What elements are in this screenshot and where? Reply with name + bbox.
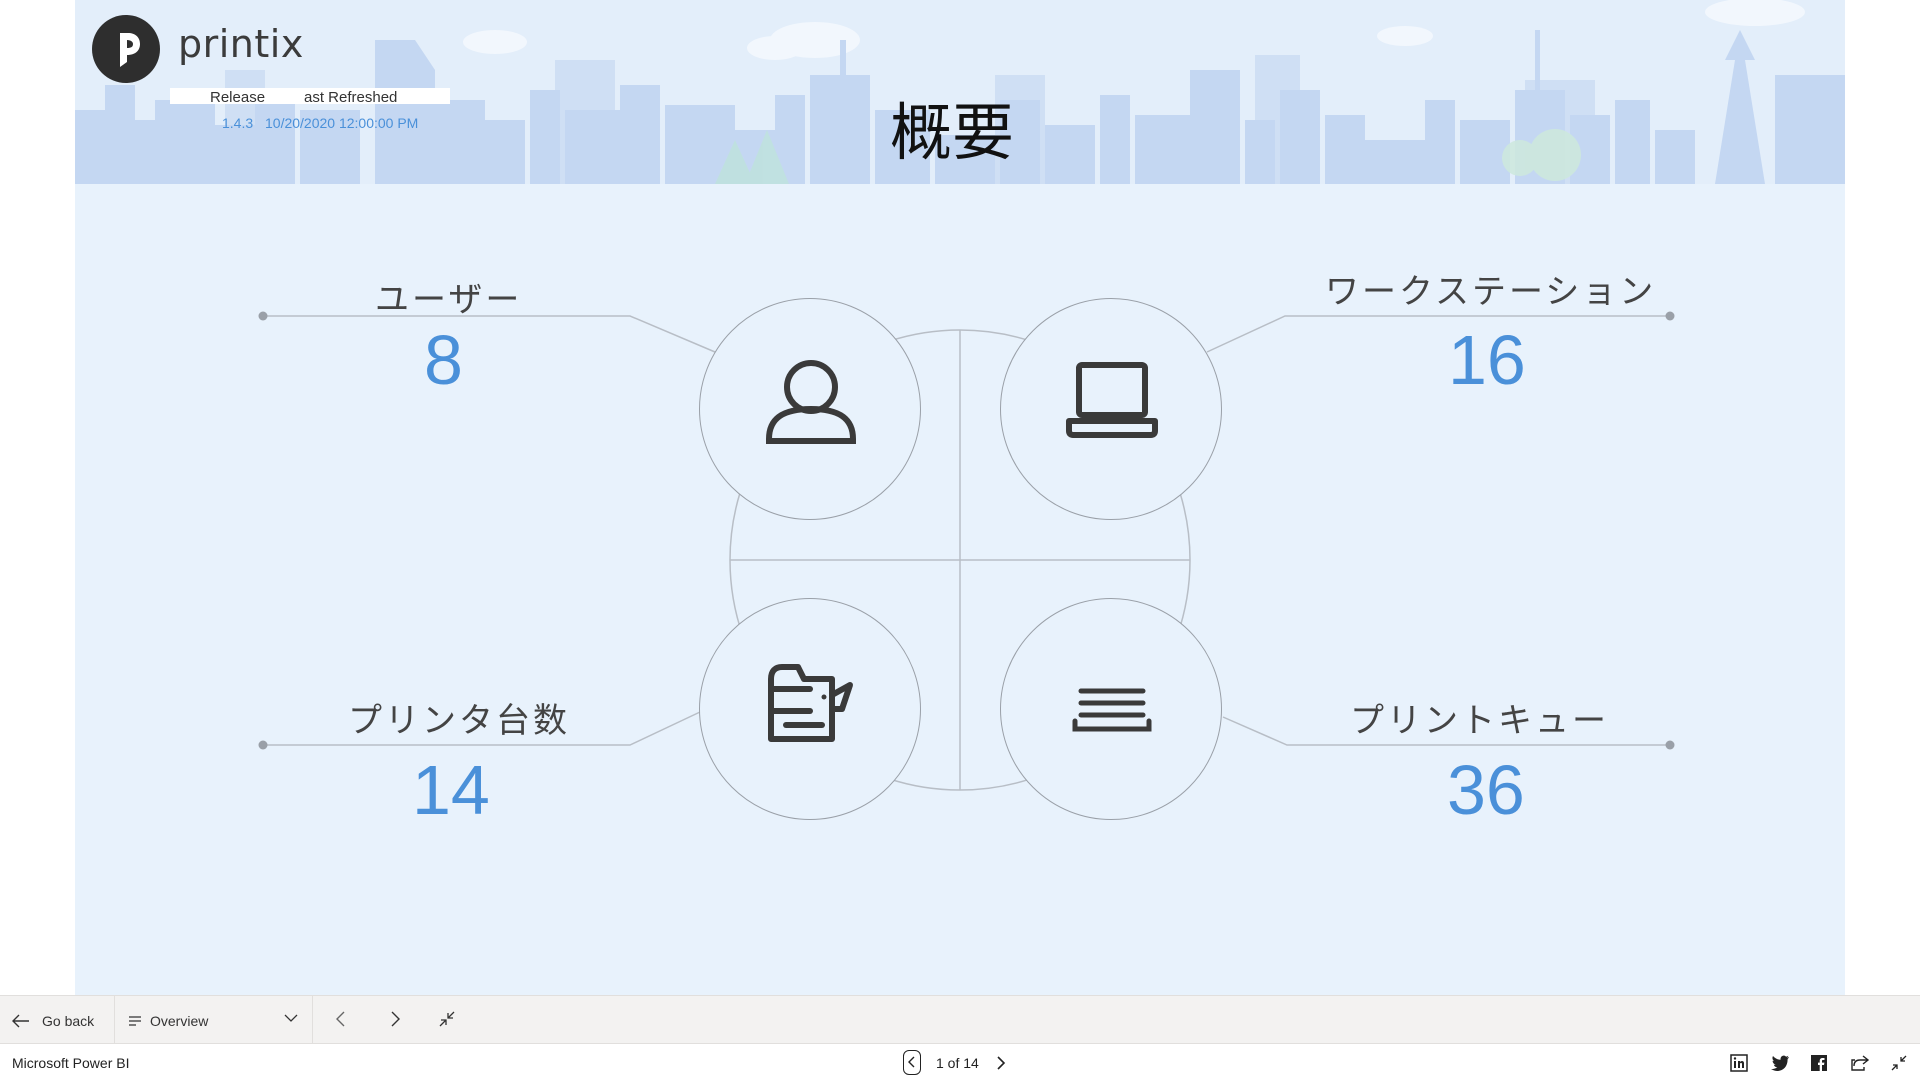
users-icon-circle[interactable] — [699, 298, 921, 520]
list-icon — [129, 1016, 141, 1026]
pager-previous-button[interactable] — [903, 1050, 921, 1075]
workstations-connector-dot — [1665, 311, 1675, 321]
queues-icon-circle[interactable] — [1000, 598, 1222, 820]
app-name: Microsoft Power BI — [12, 1055, 130, 1071]
go-back-button[interactable]: Go back — [12, 1010, 94, 1032]
toolbar-divider — [114, 996, 115, 1044]
collapse-icon — [439, 1011, 455, 1027]
printers-label: プリンタ台数 — [348, 701, 570, 741]
print-queues-value: 36 — [1447, 751, 1525, 829]
queue-icon — [1072, 688, 1152, 732]
arrow-left-icon — [12, 1014, 29, 1028]
printers-icon-circle[interactable] — [699, 598, 921, 820]
users-connector — [263, 315, 716, 353]
share-linkedin-button[interactable] — [1730, 1054, 1748, 1077]
report-canvas: printix Release ast Refreshed 1.4.3 10/2… — [75, 0, 1845, 995]
pager-next-button[interactable] — [992, 1053, 1010, 1078]
go-back-label: Go back — [42, 1013, 95, 1029]
chevron-left-icon — [336, 1011, 345, 1027]
chevron-left-icon — [908, 1056, 915, 1068]
page-counter: 1 of 14 — [936, 1055, 979, 1071]
page-selector-label: Overview — [150, 1013, 209, 1029]
printers-value: 14 — [412, 751, 490, 829]
chevron-down-icon — [284, 1014, 298, 1022]
queues-connector-dot — [1665, 740, 1675, 750]
share-button[interactable] — [1850, 1054, 1870, 1077]
page-selector-dropdown[interactable]: Overview — [128, 1010, 298, 1032]
report-toolbar: Go back Overview — [0, 995, 1920, 1044]
next-page-button[interactable] — [384, 1008, 406, 1033]
printers-connector-dot — [258, 740, 268, 750]
workstations-icon-circle[interactable] — [1000, 298, 1222, 520]
users-label: ユーザー — [375, 280, 523, 320]
share-facebook-button[interactable] — [1810, 1054, 1828, 1077]
chevron-right-icon — [391, 1011, 400, 1027]
workstations-connector — [1206, 315, 1670, 353]
exit-fullscreen-button[interactable] — [436, 1008, 458, 1033]
users-connector-dot — [258, 311, 268, 321]
printer-icon — [768, 664, 853, 742]
user-icon — [766, 360, 856, 444]
facebook-icon — [1811, 1055, 1827, 1071]
toolbar-divider — [312, 996, 313, 1044]
laptop-icon — [1066, 362, 1158, 438]
print-queues-label: プリントキュー — [1350, 701, 1609, 741]
share-icon — [1851, 1055, 1870, 1071]
twitter-icon — [1771, 1055, 1789, 1071]
previous-page-button[interactable] — [330, 1008, 352, 1033]
workstations-label: ワークステーション — [1325, 272, 1657, 312]
linkedin-icon — [1730, 1054, 1748, 1072]
chevron-right-icon — [997, 1056, 1006, 1070]
status-bar: Microsoft Power BI 1 of 14 — [0, 1043, 1920, 1080]
overview-diagram — [258, 311, 1675, 791]
workstations-value: 16 — [1448, 321, 1526, 399]
collapse-icon — [1891, 1055, 1907, 1071]
share-twitter-button[interactable] — [1770, 1054, 1790, 1077]
exit-fullscreen-status-button[interactable] — [1890, 1054, 1908, 1077]
users-value: 8 — [424, 321, 463, 399]
